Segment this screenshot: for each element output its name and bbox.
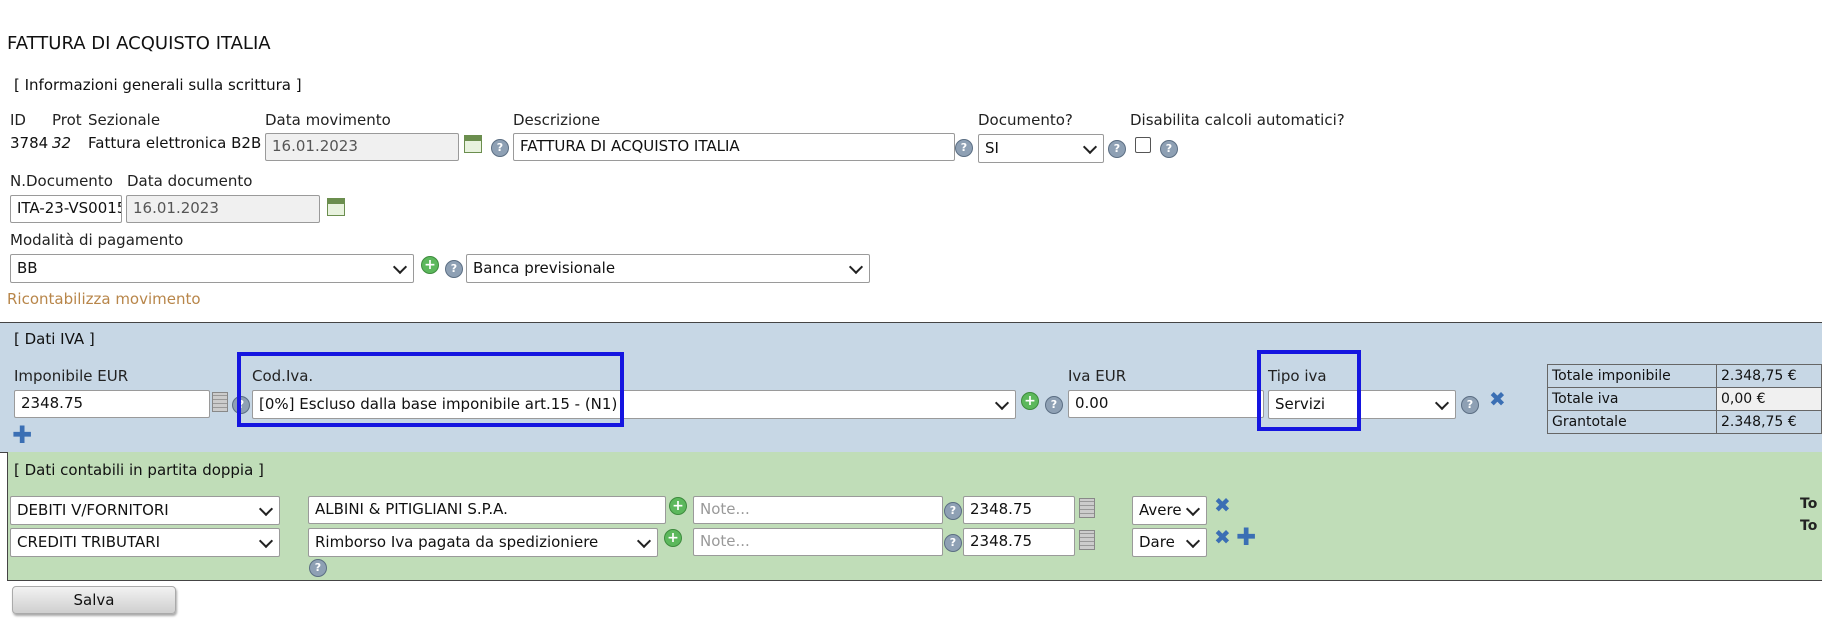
imponibile-label: Imponibile EUR xyxy=(14,367,129,385)
add-row-icon[interactable]: ✚ xyxy=(12,423,32,447)
delete-row-icon[interactable]: ✖ xyxy=(1489,389,1506,409)
documento-select-value: SI xyxy=(985,139,999,157)
descrizione-input[interactable]: FATTURA DI ACQUISTO ITALIA xyxy=(513,133,955,161)
add-icon[interactable]: + xyxy=(1021,392,1039,410)
imponibile-input[interactable]: 2348.75 xyxy=(14,390,210,418)
sezionale-label: Sezionale xyxy=(88,111,161,129)
general-section-title: [ Informazioni generali sulla scrittura … xyxy=(14,76,302,94)
ivaeur-label: Iva EUR xyxy=(1068,367,1127,385)
chevron-down-icon xyxy=(258,501,274,517)
importo-input[interactable]: 2348.75 xyxy=(963,528,1075,556)
help-icon[interactable]: ? xyxy=(944,502,962,520)
data-movimento-label: Data movimento xyxy=(265,111,391,129)
contabili-total-label: To xyxy=(1800,518,1818,534)
grantotale-value: 2.348,75 € xyxy=(1716,410,1822,434)
prot-value: 32 xyxy=(52,134,72,152)
sottoconto-select-value: Rimborso Iva pagata da spedizioniere xyxy=(315,533,599,551)
delete-row-icon[interactable]: ✖ xyxy=(1214,527,1231,547)
conto-select-value: CREDITI TRIBUTARI xyxy=(17,533,161,551)
data-movimento-input[interactable]: 16.01.2023 xyxy=(265,133,459,161)
sottoconto-input[interactable]: ALBINI & PITIGLIANI S.P.A. xyxy=(308,496,666,524)
ndocumento-label: N.Documento xyxy=(10,172,113,190)
data-documento-label: Data documento xyxy=(127,172,253,190)
chevron-down-icon xyxy=(258,533,274,549)
disabilita-label: Disabilita calcoli automatici? xyxy=(1130,111,1345,129)
sezionale-value: Fattura elettronica B2B xyxy=(88,134,262,152)
modalita-label: Modalità di pagamento xyxy=(10,231,184,249)
chevron-down-icon xyxy=(1185,501,1201,517)
help-icon[interactable]: ? xyxy=(1160,140,1178,158)
calculator-icon[interactable] xyxy=(1079,498,1095,518)
calculator-icon[interactable] xyxy=(212,392,228,412)
help-icon[interactable]: ? xyxy=(445,260,463,278)
total-iva-value: 0,00 € xyxy=(1716,387,1822,411)
chevron-down-icon xyxy=(392,259,408,275)
prot-label: Prot xyxy=(52,111,82,129)
id-value: 3784 xyxy=(10,134,49,152)
highlight-tipoiva xyxy=(1257,350,1361,431)
chevron-down-icon xyxy=(848,259,864,275)
help-icon[interactable]: ? xyxy=(1045,396,1063,414)
chevron-down-icon xyxy=(994,395,1010,411)
total-iva-label: Totale iva xyxy=(1547,387,1717,411)
modalita-select-value: BB xyxy=(17,259,38,277)
iva-section-title: [ Dati IVA ] xyxy=(14,330,95,348)
highlight-codiva xyxy=(237,352,624,427)
ndocumento-input[interactable]: ITA-23-VS0015 xyxy=(10,195,122,223)
descrizione-label: Descrizione xyxy=(513,111,601,129)
data-documento-input[interactable]: 16.01.2023 xyxy=(126,195,320,223)
calendar-icon[interactable] xyxy=(464,135,482,153)
note-input[interactable]: Note... xyxy=(693,496,943,524)
sottoconto-select[interactable]: Rimborso Iva pagata da spedizioniere xyxy=(308,528,658,557)
modalita-select[interactable]: BB xyxy=(10,254,414,283)
importo-input[interactable]: 2348.75 xyxy=(963,496,1075,524)
disabilita-checkbox[interactable] xyxy=(1135,137,1151,153)
ivaeur-input[interactable]: 0.00 xyxy=(1068,390,1264,418)
grantotale-label: Grantotale xyxy=(1547,410,1717,434)
banca-select-value: Banca previsionale xyxy=(473,259,616,277)
segno-select-value: Avere xyxy=(1139,501,1182,519)
totals-row: Totale imponibile 2.348,75 € xyxy=(1547,364,1822,388)
conto-select-value: DEBITI V/FORNITORI xyxy=(17,501,169,519)
page-title: FATTURA DI ACQUISTO ITALIA xyxy=(7,33,271,54)
ricontabilizza-link[interactable]: Ricontabilizza movimento xyxy=(7,290,201,308)
delete-row-icon[interactable]: ✖ xyxy=(1214,495,1231,515)
add-icon[interactable]: + xyxy=(669,497,687,515)
add-icon[interactable]: + xyxy=(421,256,439,274)
documento-label: Documento? xyxy=(978,111,1073,129)
chevron-down-icon xyxy=(1082,139,1098,155)
chevron-down-icon xyxy=(1434,395,1450,411)
save-button[interactable]: Salva xyxy=(12,586,176,614)
help-icon[interactable]: ? xyxy=(944,534,962,552)
chevron-down-icon xyxy=(1185,533,1201,549)
id-label: ID xyxy=(10,111,26,129)
contabili-section-title: [ Dati contabili in partita doppia ] xyxy=(14,461,264,479)
segno-select[interactable]: Avere xyxy=(1132,496,1207,525)
note-input[interactable]: Note... xyxy=(693,528,943,556)
iva-totals: Totale imponibile 2.348,75 € Totale iva 0,… xyxy=(1547,364,1822,434)
help-icon[interactable]: ? xyxy=(1461,396,1479,414)
chevron-down-icon xyxy=(636,533,652,549)
totals-row: Grantotale 2.348,75 € xyxy=(1547,410,1822,434)
segno-select-value: Dare xyxy=(1139,533,1175,551)
totals-row: Totale iva 0,00 € xyxy=(1547,387,1822,411)
segno-select[interactable]: Dare xyxy=(1132,528,1207,557)
help-icon[interactable]: ? xyxy=(309,559,327,577)
calculator-icon[interactable] xyxy=(1079,530,1095,550)
total-imponibile-label: Totale imponibile xyxy=(1547,364,1717,388)
calendar-icon[interactable] xyxy=(327,198,345,216)
banca-select[interactable]: Banca previsionale xyxy=(466,254,870,283)
help-icon[interactable]: ? xyxy=(1108,140,1126,158)
conto-select[interactable]: DEBITI V/FORNITORI xyxy=(10,496,280,525)
help-icon[interactable]: ? xyxy=(955,139,973,157)
total-imponibile-value: 2.348,75 € xyxy=(1716,364,1822,388)
add-row-icon[interactable]: ✚ xyxy=(1236,525,1256,549)
documento-select[interactable]: SI xyxy=(978,134,1104,163)
help-icon[interactable]: ? xyxy=(491,139,509,157)
conto-select[interactable]: CREDITI TRIBUTARI xyxy=(10,528,280,557)
add-icon[interactable]: + xyxy=(664,529,682,547)
contabili-total-label: To xyxy=(1800,496,1818,512)
